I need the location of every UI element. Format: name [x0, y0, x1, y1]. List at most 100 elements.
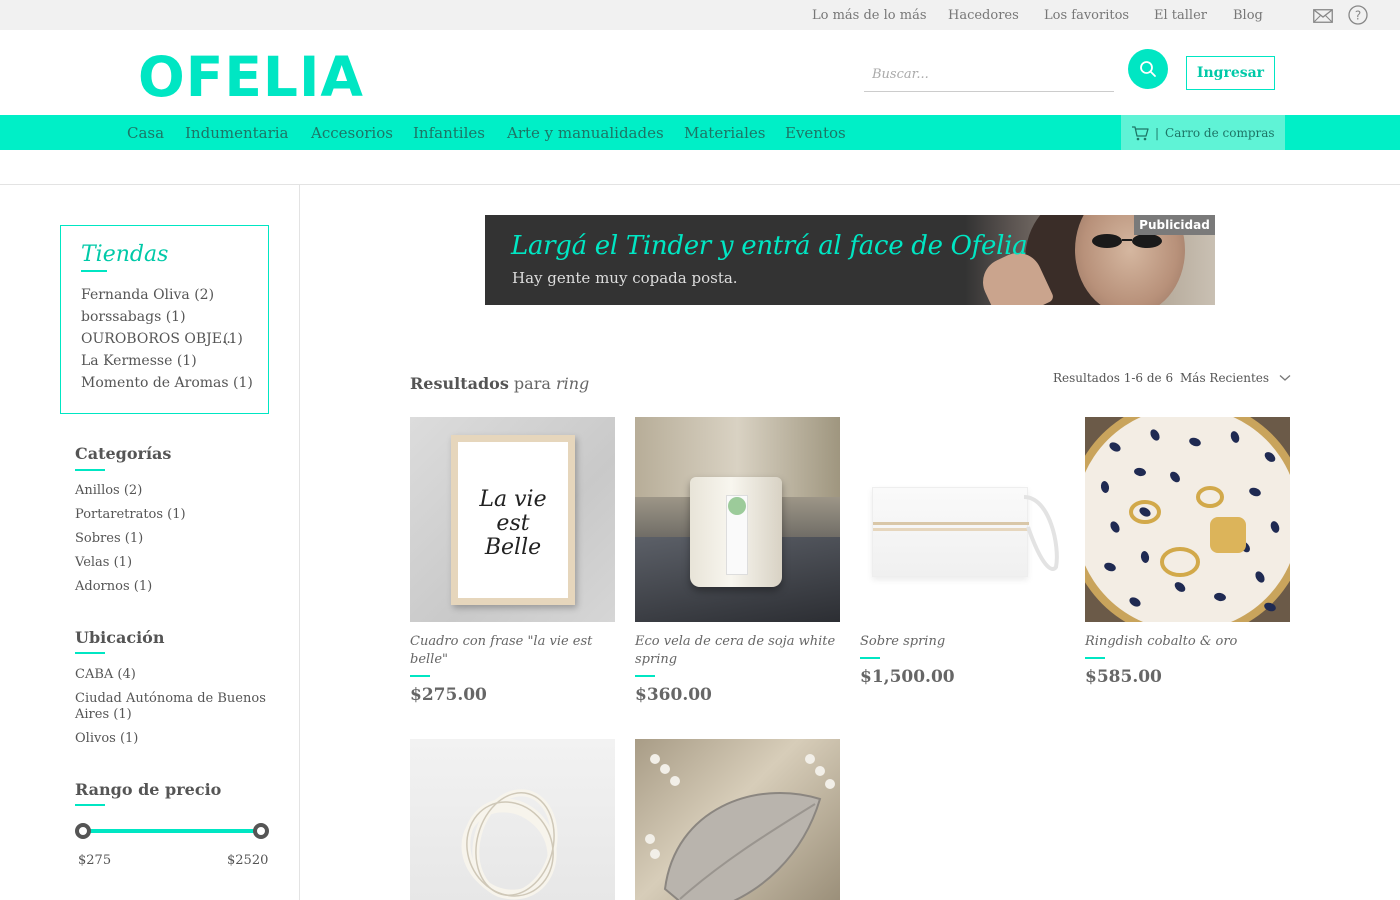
product-name[interactable]: Cuadro con frase "la vie est belle" — [410, 633, 615, 669]
stores-title: Tiendas — [81, 242, 169, 267]
product-card[interactable]: Sobre spring $1,500.00 — [860, 417, 1065, 687]
topnav-link-hacedores[interactable]: Hacedores — [948, 8, 1019, 23]
product-image[interactable] — [635, 739, 840, 900]
product-image[interactable] — [410, 739, 615, 900]
product-divider — [635, 675, 655, 677]
search-button[interactable] — [1128, 49, 1168, 89]
results-count: Resultados 1-6 de 6 — [1053, 371, 1174, 385]
price-range-min-value: $275 — [78, 853, 112, 868]
product-image[interactable] — [860, 417, 1065, 622]
product-name[interactable]: Sobre spring — [860, 633, 1065, 651]
svg-text:?: ? — [1355, 9, 1361, 23]
sort-dropdown[interactable]: Más Recientes — [1180, 371, 1291, 385]
product-image[interactable]: La vie est Belle — [410, 417, 615, 622]
results-query: ring — [555, 374, 590, 393]
store-item[interactable]: Momento de Aromas (1) — [81, 375, 253, 391]
category-materiales[interactable]: Materiales — [684, 124, 766, 142]
cart-separator: | — [1155, 125, 1160, 140]
ad-badge: Publicidad — [1134, 215, 1215, 235]
location-filter-item[interactable]: Olivos (1) — [75, 731, 138, 747]
stores-filter-box: Tiendas Fernanda Oliva (2) borssabags (1… — [60, 225, 269, 414]
product-name[interactable]: Ringdish cobalto & oro — [1085, 633, 1290, 651]
category-filter-item[interactable]: Sobres (1) — [75, 531, 143, 547]
chevron-down-icon — [1279, 375, 1291, 381]
category-filter-item[interactable]: Velas (1) — [75, 555, 132, 571]
price-range-track[interactable] — [82, 829, 262, 833]
ring-art — [461, 789, 558, 900]
topnav-link-favoritos[interactable]: Los favoritos — [1044, 8, 1129, 23]
store-item-count: (1) — [223, 331, 243, 347]
header-divider — [0, 184, 1400, 185]
category-filter-item[interactable]: Portaretratos (1) — [75, 507, 186, 523]
login-button[interactable]: Ingresar — [1186, 56, 1275, 90]
ad-banner[interactable]: Largá el Tinder y entrá al face de Ofeli… — [485, 215, 1215, 305]
search-input[interactable] — [864, 58, 1114, 92]
top-nav: Lo más de lo más Hacedores Los favoritos… — [0, 0, 1400, 30]
store-item[interactable]: Fernanda Oliva (2) — [81, 287, 214, 303]
ad-headline: Largá el Tinder y entrá al face de Ofeli… — [511, 231, 1028, 261]
svg-text:Belle: Belle — [484, 535, 541, 560]
categories-title-underline — [75, 469, 105, 471]
results-heading: Resultados para ring — [410, 374, 589, 393]
product-image[interactable] — [1085, 417, 1290, 622]
results-label: Resultados — [410, 374, 509, 393]
product-divider — [410, 675, 430, 677]
product-divider — [860, 657, 880, 659]
frame: La vie est Belle — [451, 435, 575, 605]
location-filter-item[interactable]: CABA (4) — [75, 667, 136, 683]
product-name[interactable]: Eco vela de cera de soja white spring — [635, 633, 840, 669]
ringdish-art — [1085, 417, 1290, 622]
product-price: $1,500.00 — [860, 667, 955, 687]
price-range-max-value: $2520 — [227, 853, 269, 868]
candle-jar — [690, 477, 782, 587]
cart-button[interactable]: | Carro de compras — [1121, 115, 1285, 150]
category-indumentaria[interactable]: Indumentaria — [185, 124, 289, 142]
cart-icon — [1132, 125, 1149, 140]
category-casa[interactable]: Casa — [127, 124, 164, 142]
sunglasses-icon — [1092, 234, 1162, 248]
location-title-underline — [75, 652, 105, 654]
store-item[interactable]: La Kermesse (1) — [81, 353, 197, 369]
clutch-stripe — [873, 522, 1029, 525]
logo-text: OFELIA — [138, 46, 364, 102]
product-card[interactable]: Eco vela de cera de soja white spring $3… — [635, 417, 840, 705]
cart-label: Carro de compras — [1165, 125, 1275, 140]
leaf-ring-art — [645, 754, 835, 900]
store-item[interactable]: borssabags (1) — [81, 309, 186, 325]
candle-label-seal — [728, 497, 746, 515]
product-price: $275.00 — [410, 685, 487, 705]
results-connector: para — [513, 374, 551, 393]
category-nav: Casa Indumentaria Accesorios Infantiles … — [0, 115, 1400, 150]
product-image[interactable] — [635, 417, 840, 622]
product-card[interactable] — [635, 739, 840, 900]
store-item[interactable]: OUROBOROS OBJE... — [81, 331, 235, 347]
mail-icon[interactable] — [1313, 8, 1333, 27]
topnav-link-lo-mas[interactable]: Lo más de lo más — [812, 8, 927, 23]
category-filter-item[interactable]: Adornos (1) — [75, 579, 152, 595]
location-filter-item[interactable]: Ciudad Autónoma de Buenos Aires (1) — [75, 691, 275, 723]
sidebar-divider — [299, 185, 300, 900]
help-icon[interactable]: ? — [1348, 5, 1368, 29]
svg-text:La vie: La vie — [478, 487, 546, 512]
product-card[interactable]: Ringdish cobalto & oro $585.00 — [1085, 417, 1290, 687]
logo[interactable]: OFELIA — [138, 45, 368, 109]
location-filter-title: Ubicación — [75, 628, 165, 647]
product-card[interactable] — [410, 739, 615, 900]
category-infantiles[interactable]: Infantiles — [413, 124, 485, 142]
price-range-title-underline — [75, 804, 105, 806]
topnav-link-blog[interactable]: Blog — [1233, 8, 1263, 23]
topnav-link-taller[interactable]: El taller — [1154, 8, 1207, 23]
price-range-max-handle[interactable] — [253, 823, 269, 839]
product-divider — [1085, 657, 1105, 659]
category-accesorios[interactable]: Accesorios — [311, 124, 393, 142]
product-price: $360.00 — [635, 685, 712, 705]
category-filter-item[interactable]: Anillos (2) — [75, 483, 142, 499]
price-range-min-handle[interactable] — [75, 823, 91, 839]
clutch-stripe — [873, 528, 1029, 531]
category-arte-manualidades[interactable]: Arte y manualidades — [507, 124, 664, 142]
product-card[interactable]: La vie est Belle Cuadro con frase "la vi… — [410, 417, 615, 705]
clutch-strap — [1023, 495, 1059, 571]
category-eventos[interactable]: Eventos — [785, 124, 846, 142]
clutch-bag — [872, 487, 1029, 577]
frame-canvas: La vie est Belle — [458, 442, 568, 598]
